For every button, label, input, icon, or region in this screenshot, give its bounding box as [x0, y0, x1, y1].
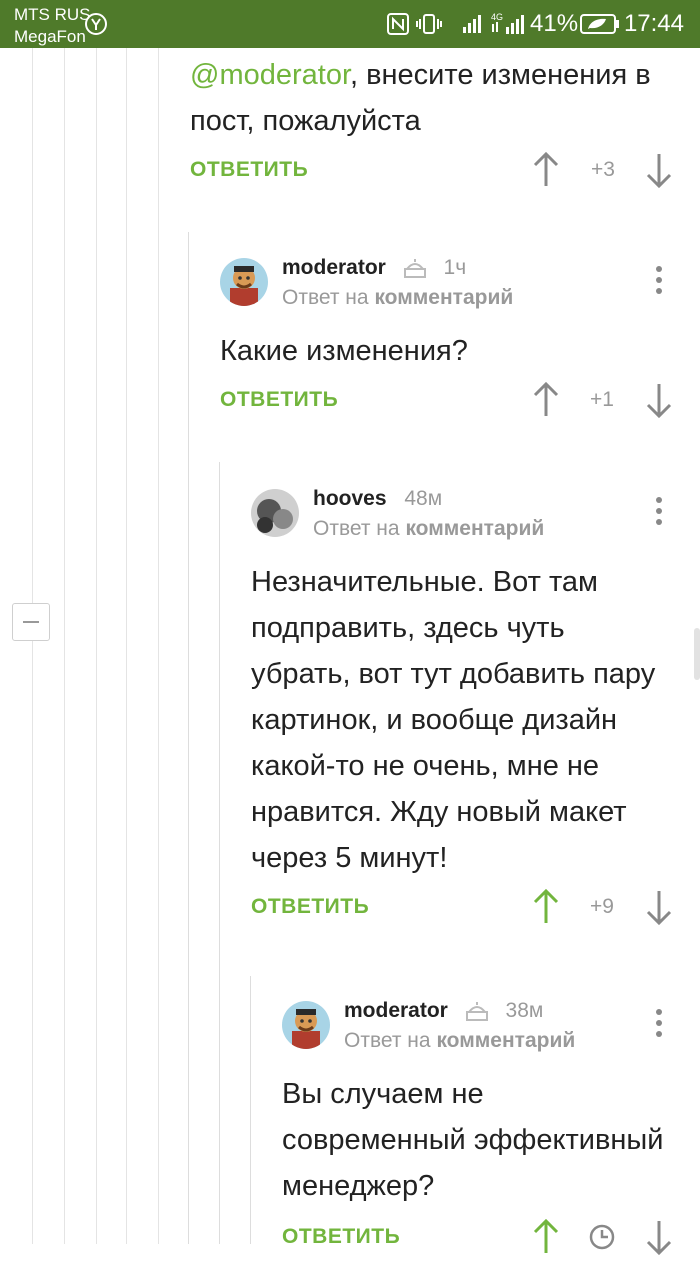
signal-icon-sim1: [463, 15, 481, 33]
comment-header: hooves 48м Ответ на комментарий: [251, 487, 671, 559]
scrollbar[interactable]: [694, 628, 700, 680]
reply-indent-line: [188, 232, 189, 1244]
comment-text: @moderator, внесите изменения в пост, по…: [190, 59, 651, 137]
svg-text:4G: 4G: [491, 12, 503, 22]
more-options-icon[interactable]: [654, 1009, 664, 1042]
clock-icon: [589, 1224, 615, 1250]
comment-text: Какие изменения?: [220, 335, 468, 367]
avatar[interactable]: [251, 489, 299, 537]
comment-rating: +1: [590, 388, 614, 411]
thread-line: [32, 48, 33, 1244]
collapse-thread-button[interactable]: [12, 603, 50, 641]
comment-actions: ОТВЕТИТЬ +1: [220, 380, 672, 424]
comment-header: moderator 1ч Ответ на комментарий: [220, 256, 670, 328]
upvote-arrow-icon[interactable]: [531, 1217, 561, 1257]
comment-rating: +9: [590, 895, 614, 918]
author-name[interactable]: moderator: [282, 256, 386, 279]
author-name[interactable]: hooves: [313, 487, 387, 510]
reply-button[interactable]: ОТВЕТИТЬ: [251, 895, 369, 919]
upvote-arrow-icon[interactable]: [531, 150, 561, 190]
comment-author-row: moderator 38м: [344, 999, 543, 1023]
avatar[interactable]: [220, 258, 268, 306]
parent-comment-link[interactable]: комментарий: [436, 1029, 575, 1052]
nfc-icon: [387, 13, 409, 35]
upvote-arrow-icon[interactable]: [531, 380, 561, 420]
comment: moderator 1ч Ответ на комментарий Какие …: [220, 256, 672, 424]
reply-reference: Ответ на комментарий: [313, 517, 545, 540]
comment-text: Вы случаем не современный эффективный ме…: [282, 1078, 664, 1202]
more-options-icon[interactable]: [654, 266, 664, 299]
avatar[interactable]: [282, 1001, 330, 1049]
signal-icon-4g: 4G: [491, 12, 524, 34]
downvote-arrow-icon[interactable]: [644, 380, 674, 420]
reply-button[interactable]: ОТВЕТИТЬ: [190, 158, 308, 182]
user-mention[interactable]: @moderator: [190, 59, 350, 91]
comment: moderator 38м Ответ на комментарий Вы сл…: [282, 999, 672, 1261]
comment: @moderator, внесите изменения в пост, по…: [190, 52, 672, 194]
vibrate-icon: [416, 14, 442, 34]
more-options-icon[interactable]: [654, 497, 664, 530]
clock: 17:44: [623, 10, 684, 37]
cake-icon: [465, 1002, 488, 1022]
carrier-line-1: MTS RUS: [14, 5, 91, 24]
carrier-line-2: MegaFon: [14, 27, 86, 46]
comment-time: 38м: [505, 999, 544, 1022]
carrier-info: MTS RUS MegaFon: [14, 4, 91, 48]
comment-time: 1ч: [443, 256, 467, 279]
reply-reference: Ответ на комментарий: [344, 1029, 576, 1052]
thread-line: [126, 48, 127, 1244]
comment-time: 48м: [404, 487, 443, 510]
status-bar: MTS RUS MegaFon 4G 41% 17:44: [0, 0, 700, 48]
reply-reference: Ответ на комментарий: [282, 286, 514, 309]
parent-comment-link[interactable]: комментарий: [374, 286, 513, 309]
thread-line: [96, 48, 97, 1244]
author-name[interactable]: moderator: [344, 999, 448, 1022]
upvote-arrow-icon[interactable]: [531, 887, 561, 927]
comment: hooves 48м Ответ на комментарий Незначит…: [251, 487, 674, 931]
battery-icon: [580, 14, 619, 34]
comment-actions: ОТВЕТИТЬ: [282, 1217, 672, 1261]
downvote-arrow-icon[interactable]: [644, 150, 674, 190]
comment-rating: +3: [591, 158, 615, 181]
comment-header: moderator 38м Ответ на комментарий: [282, 999, 672, 1071]
downvote-arrow-icon[interactable]: [644, 1217, 674, 1257]
battery-percentage: 41%: [530, 10, 579, 37]
reply-button[interactable]: ОТВЕТИТЬ: [220, 388, 338, 412]
reply-indent-line: [219, 462, 220, 1244]
reply-indent-line: [250, 976, 251, 1244]
thread-line: [64, 48, 65, 1244]
downvote-arrow-icon[interactable]: [644, 887, 674, 927]
cake-icon: [403, 259, 426, 279]
thread-line: [158, 48, 159, 1244]
comment-actions: ОТВЕТИТЬ +3: [190, 150, 672, 194]
comment-author-row: hooves 48м: [313, 487, 442, 511]
comment-actions: ОТВЕТИТЬ +9: [251, 887, 674, 931]
comment-author-row: moderator 1ч: [282, 256, 466, 280]
reply-button[interactable]: ОТВЕТИТЬ: [282, 1225, 400, 1249]
comment-text: Незначительные. Вот там подправить, здес…: [251, 566, 656, 874]
yandex-icon: [85, 13, 107, 35]
parent-comment-link[interactable]: комментарий: [405, 517, 544, 540]
